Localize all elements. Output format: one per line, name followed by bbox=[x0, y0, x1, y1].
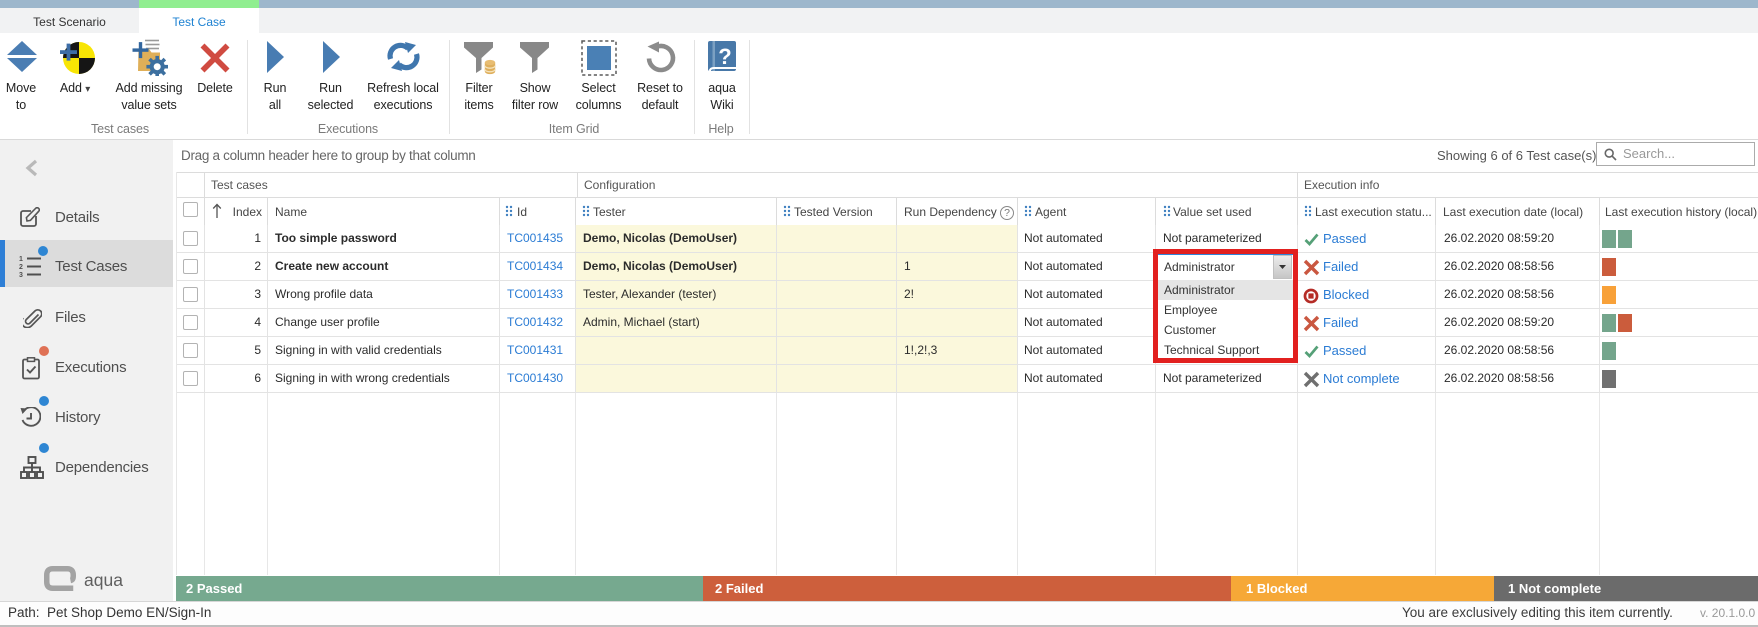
svg-text:?: ? bbox=[718, 44, 731, 69]
svg-text:2: 2 bbox=[19, 264, 23, 271]
svg-text:1: 1 bbox=[19, 256, 23, 263]
svg-text:3: 3 bbox=[19, 272, 23, 279]
